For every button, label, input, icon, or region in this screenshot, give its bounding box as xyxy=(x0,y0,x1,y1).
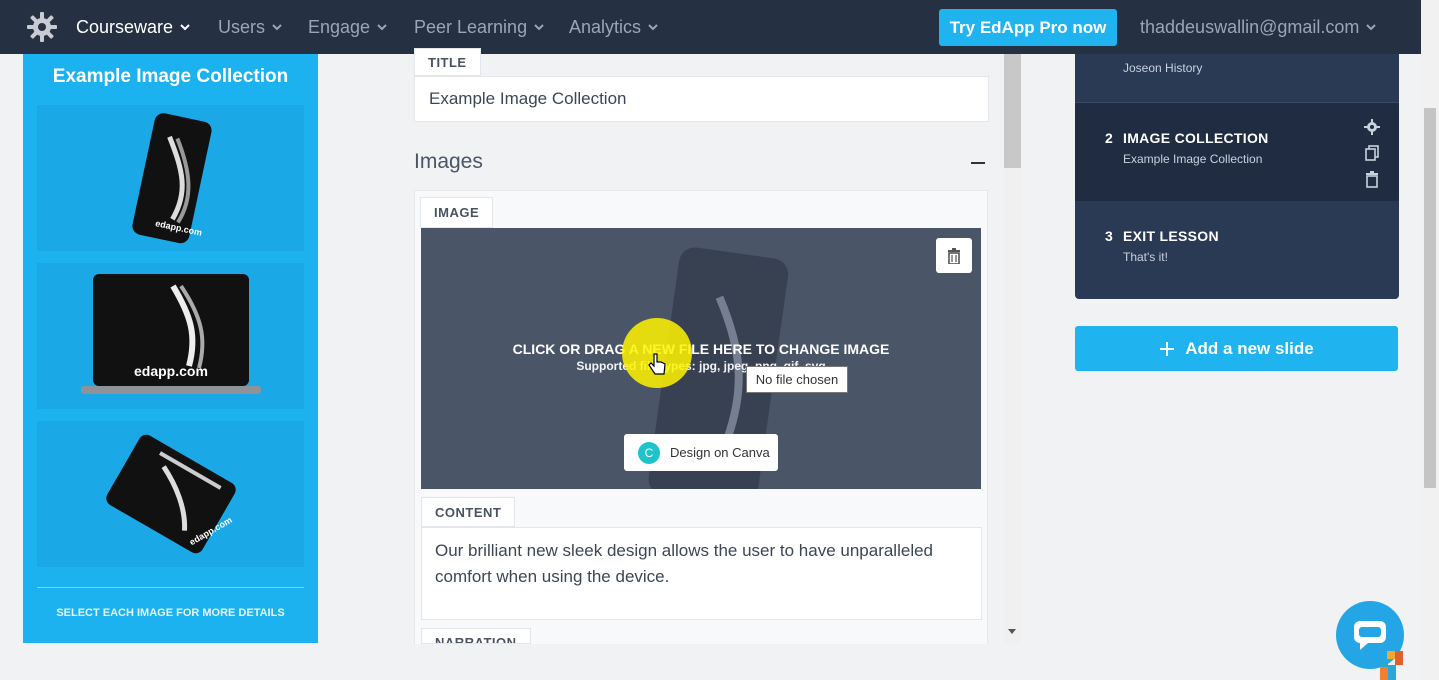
nav-peer-learning[interactable]: Peer Learning xyxy=(414,0,545,54)
title-label: TITLE xyxy=(414,48,481,76)
lesson-preview: Example Image Collection edapp.com edapp… xyxy=(23,54,318,643)
preview-image-laptop[interactable]: edapp.com xyxy=(37,263,304,409)
user-email: thaddeuswallin@gmail.com xyxy=(1140,16,1360,37)
preview-image-phone[interactable]: edapp.com xyxy=(37,105,304,251)
duplicate-icon[interactable] xyxy=(1363,144,1381,162)
delete-image-button[interactable] xyxy=(936,238,972,273)
canva-button-label: Design on Canva xyxy=(670,445,770,460)
nav-engage[interactable]: Engage xyxy=(308,0,388,54)
slide-1-subtitle: Joseon History xyxy=(1123,61,1203,75)
slides-list: Joseon History 2 IMAGE COLLECTION Exampl… xyxy=(1075,54,1399,299)
preview-footer: SELECT EACH IMAGE FOR MORE DETAILS xyxy=(56,607,285,619)
chevron-down-icon xyxy=(377,24,387,31)
hand-cursor-icon xyxy=(648,353,666,375)
chat-icon xyxy=(1354,621,1386,650)
slide-2-number: 2 xyxy=(1105,130,1113,146)
tablet-image xyxy=(105,434,236,554)
tbft-logo-icon xyxy=(1380,651,1403,680)
slide-2-subtitle: Example Image Collection xyxy=(1123,152,1263,166)
laptop-brand-label: edapp.com xyxy=(134,363,208,379)
gear-icon[interactable] xyxy=(1363,118,1381,136)
preview-image-tablet[interactable]: edapp.com xyxy=(37,421,304,567)
narration-label: NARRATION xyxy=(421,628,531,644)
laptop-image xyxy=(80,274,261,394)
slide-3-number: 3 xyxy=(1105,228,1113,244)
content-textarea[interactable]: Our brilliant new sleek design allows th… xyxy=(421,527,982,620)
canva-logo-icon: C xyxy=(638,441,660,464)
chevron-down-icon xyxy=(648,24,658,31)
chevron-down-icon xyxy=(272,24,282,31)
slide-item-3[interactable]: 3 EXIT LESSON That's it! xyxy=(1075,201,1399,299)
title-input[interactable]: Example Image Collection xyxy=(414,76,989,122)
trash-icon[interactable] xyxy=(1363,170,1381,188)
slide-2-title: IMAGE COLLECTION xyxy=(1123,130,1269,146)
file-input-tooltip: No file chosen xyxy=(746,366,848,393)
editor-bottom-cover xyxy=(318,644,1021,680)
nav-users[interactable]: Users xyxy=(218,0,283,54)
images-section-heading: Images xyxy=(414,150,483,173)
editor-scrollbar-thumb[interactable] xyxy=(1004,54,1021,168)
page-scrollbar[interactable] xyxy=(1421,0,1439,680)
top-navigation-bar: Courseware Users Engage Peer Learning An… xyxy=(0,0,1421,54)
trash-icon xyxy=(948,247,960,264)
add-slide-label: Add a new slide xyxy=(1185,338,1314,358)
design-on-canva-button[interactable]: C Design on Canva xyxy=(624,434,778,471)
preview-title: Example Image Collection xyxy=(52,66,289,87)
try-pro-button[interactable]: Try EdApp Pro now xyxy=(939,9,1117,46)
user-menu[interactable]: thaddeuswallin@gmail.com xyxy=(1140,0,1377,54)
add-new-slide-button[interactable]: Add a new slide xyxy=(1075,326,1398,371)
chevron-down-icon xyxy=(534,24,544,31)
nav-analytics[interactable]: Analytics xyxy=(569,0,659,54)
plus-icon xyxy=(1160,341,1175,356)
nav-engage-label: Engage xyxy=(308,16,371,37)
nav-peer-learning-label: Peer Learning xyxy=(414,16,528,37)
image-label: IMAGE xyxy=(420,197,494,228)
nav-analytics-label: Analytics xyxy=(569,16,642,37)
nav-courseware[interactable]: Courseware xyxy=(76,0,191,54)
editor-scrollbar[interactable] xyxy=(1004,54,1021,644)
dropzone-instruction: CLICK OR DRAG A NEW FILE HERE TO CHANGE … xyxy=(512,341,890,357)
nav-courseware-label: Courseware xyxy=(76,16,174,37)
page-scrollbar-thumb[interactable] xyxy=(1424,108,1436,488)
preview-divider xyxy=(37,587,304,588)
slide-item-2[interactable]: 2 IMAGE COLLECTION Example Image Collect… xyxy=(1075,103,1399,201)
slide-3-title: EXIT LESSON xyxy=(1123,228,1219,244)
nav-users-label: Users xyxy=(218,16,266,37)
chevron-down-icon xyxy=(180,24,190,31)
edapp-gear-logo-icon[interactable] xyxy=(26,11,58,43)
slide-item-1[interactable]: Joseon History xyxy=(1075,54,1399,103)
slide-3-subtitle: That's it! xyxy=(1123,250,1168,264)
collapse-minus-icon[interactable] xyxy=(971,162,985,164)
content-label: CONTENT xyxy=(421,497,516,527)
chevron-down-icon xyxy=(1366,24,1377,31)
dropzone-supported-types: Supported file types: jpg, jpeg, png, gi… xyxy=(576,359,826,373)
scroll-down-arrow-icon[interactable] xyxy=(1008,629,1016,634)
